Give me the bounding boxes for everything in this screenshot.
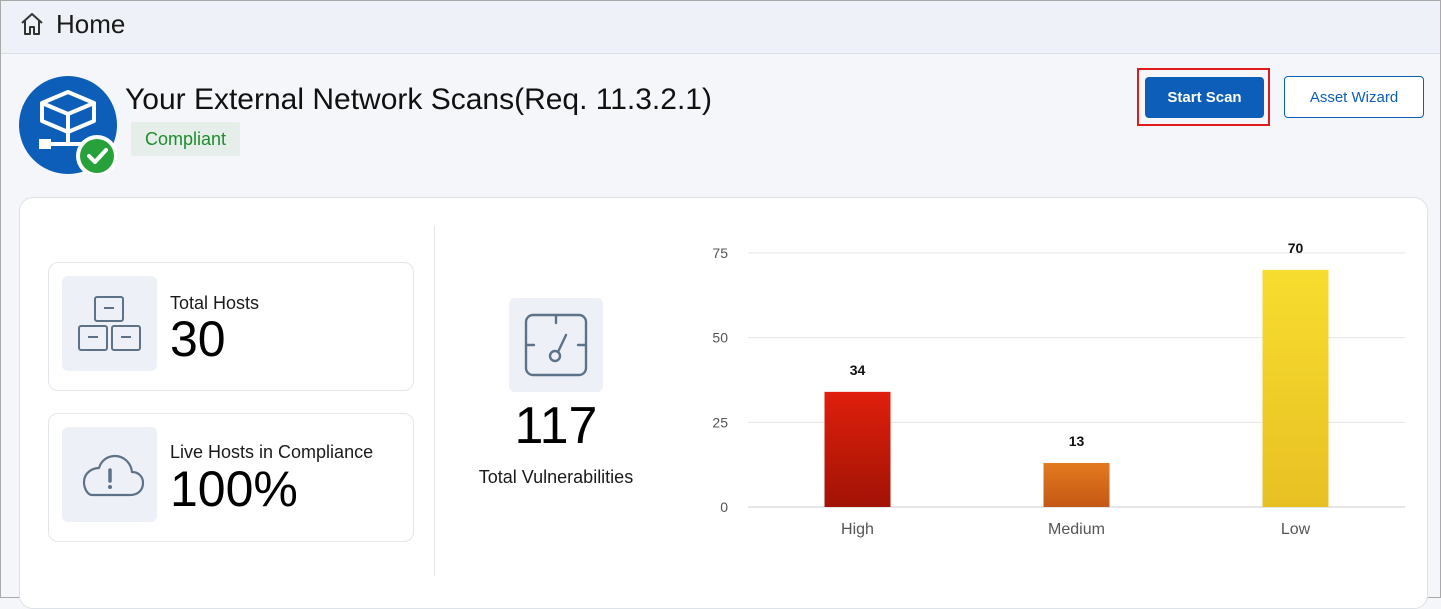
x-tick-label: High [841, 521, 874, 538]
data-label: 13 [1069, 433, 1085, 449]
live-hosts-label: Live Hosts in Compliance [170, 442, 374, 462]
page-header-title: Home [56, 9, 126, 39]
live-hosts-card: Live Hosts in Compliance 100% [48, 413, 414, 542]
asset-wizard-button[interactable]: Asset Wizard [1284, 76, 1424, 118]
hosts-icon-box [62, 276, 157, 371]
data-label: 34 [850, 362, 866, 378]
app-frame: Home Your External Network Scans(Req. 11… [0, 0, 1441, 609]
top-bar: Home [1, 1, 1440, 54]
summary-card: Total Hosts 30 Live Hosts in Compliance … [19, 197, 1428, 609]
y-tick-label: 25 [712, 414, 728, 430]
total-hosts-card: Total Hosts 30 [48, 262, 414, 391]
home-icon[interactable] [19, 11, 45, 37]
bar-high [824, 391, 891, 507]
hosts-icon [78, 296, 141, 351]
total-hosts-value: 30 [170, 311, 226, 367]
bar-medium [1043, 462, 1110, 507]
x-tick-label: Medium [1048, 521, 1105, 538]
bar-low [1262, 269, 1329, 507]
page-title: Your External Network Scans(Req. 11.3.2.… [125, 83, 712, 116]
cloud-alert-icon [82, 454, 145, 497]
y-tick-label: 50 [712, 330, 728, 346]
y-tick-label: 75 [712, 245, 728, 261]
total-vulnerabilities-label: Total Vulnerabilities [478, 467, 634, 487]
live-hosts-value: 100% [170, 461, 298, 517]
gauge-icon [524, 313, 588, 377]
network-scan-icon [19, 76, 117, 174]
y-tick-label: 0 [720, 499, 728, 515]
start-scan-button[interactable]: Start Scan [1145, 77, 1264, 118]
cloud-icon-box [62, 427, 157, 522]
gauge-icon-box [509, 298, 603, 392]
checkmark-icon [80, 139, 114, 173]
vulnerability-bar-chart: 0 25 50 75 34 High 13 Medium 70 Low [712, 240, 1405, 538]
start-scan-highlight: Start Scan [1137, 68, 1270, 126]
data-label: 70 [1288, 240, 1304, 256]
section-divider [434, 226, 435, 576]
total-vulnerabilities-value: 117 [514, 397, 598, 455]
x-tick-label: Low [1281, 521, 1311, 538]
status-badge: Compliant [131, 122, 241, 156]
